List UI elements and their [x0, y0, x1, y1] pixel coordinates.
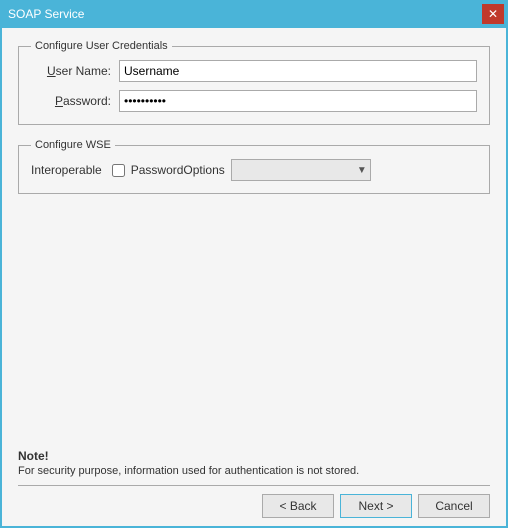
note-title: Note!	[18, 449, 490, 463]
credentials-legend: Configure User Credentials	[31, 40, 172, 52]
username-input[interactable]	[119, 60, 477, 82]
title-bar: SOAP Service ✕	[0, 0, 508, 28]
cancel-button[interactable]: Cancel	[418, 494, 490, 518]
interoperable-checkbox[interactable]	[112, 164, 125, 177]
button-row: < Back Next > Cancel	[18, 494, 490, 518]
window-title: SOAP Service	[8, 7, 84, 21]
password-options-dropdown-wrapper: ▼	[231, 159, 371, 181]
username-label-underline: U	[47, 64, 56, 78]
close-button[interactable]: ✕	[482, 4, 504, 24]
password-options-select[interactable]	[231, 159, 371, 181]
password-label: Password:	[31, 94, 111, 108]
divider	[18, 485, 490, 486]
next-button[interactable]: Next >	[340, 494, 412, 518]
credentials-group: Configure User Credentials User Name: Pa…	[18, 40, 490, 125]
password-row: Password:	[31, 90, 477, 112]
back-button[interactable]: < Back	[262, 494, 334, 518]
main-content: Configure User Credentials User Name: Pa…	[0, 28, 508, 528]
password-input[interactable]	[119, 90, 477, 112]
note-text: For security purpose, information used f…	[18, 465, 490, 477]
spacer	[18, 208, 490, 449]
wse-legend: Configure WSE	[31, 139, 115, 151]
wse-group: Configure WSE Interoperable PasswordOpti…	[18, 139, 490, 194]
username-label: User Name:	[31, 64, 111, 78]
wse-row: Interoperable PasswordOptions ▼	[31, 159, 477, 181]
password-options-label: PasswordOptions	[131, 163, 225, 177]
interoperable-label: Interoperable	[31, 163, 102, 177]
password-label-underline: P	[55, 94, 63, 108]
note-section: Note! For security purpose, information …	[18, 449, 490, 477]
username-row: User Name:	[31, 60, 477, 82]
